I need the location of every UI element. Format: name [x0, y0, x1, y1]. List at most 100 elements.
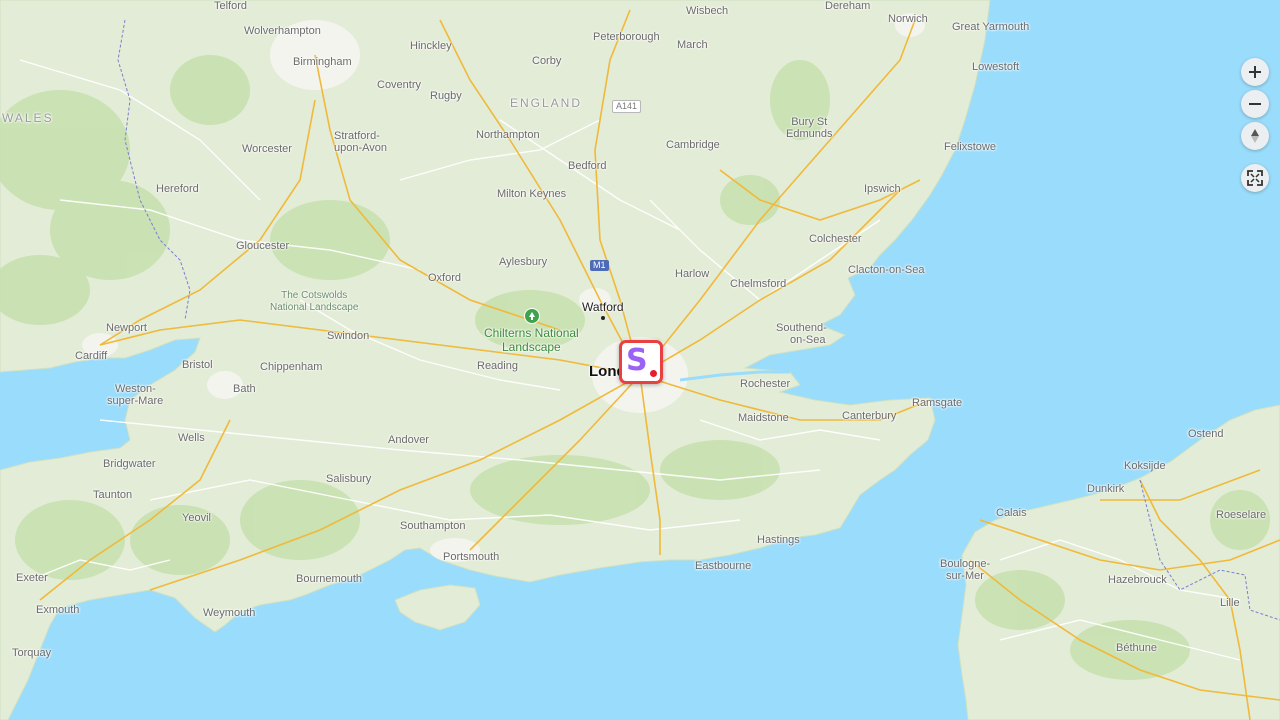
label-cotswolds: The Cotswolds National Landscape — [270, 290, 358, 314]
label-dereham: Dereham — [825, 0, 871, 12]
label-maidstone: Maidstone — [738, 412, 789, 424]
label-harlow: Harlow — [675, 268, 710, 280]
label-cambridge: Cambridge — [666, 139, 720, 151]
label-bethune: Béthune — [1116, 642, 1157, 654]
label-bridgwater: Bridgwater — [103, 458, 156, 470]
label-stratford-line2: upon-Avon — [334, 142, 388, 154]
label-boulogne-line1: Boulogne- — [940, 558, 991, 570]
label-milton-keynes: Milton Keynes — [497, 188, 567, 200]
label-weston: Weston- super-Mare — [107, 383, 163, 407]
label-roeselare: Roeselare — [1216, 509, 1267, 521]
watford-dot — [601, 316, 605, 320]
label-ostend: Ostend — [1188, 428, 1224, 440]
label-stratford-line1: Stratford- — [334, 130, 380, 142]
label-exmouth: Exmouth — [36, 604, 80, 616]
label-chelmsford: Chelmsford — [730, 278, 787, 290]
label-eastbourne: Eastbourne — [695, 560, 752, 572]
label-gloucester: Gloucester — [236, 240, 290, 252]
label-portsmouth: Portsmouth — [443, 551, 500, 563]
label-norwich: Norwich — [888, 13, 928, 25]
label-oxford: Oxford — [428, 272, 462, 284]
fullscreen-button[interactable] — [1241, 164, 1269, 192]
label-northampton: Northampton — [476, 129, 540, 141]
label-wells: Wells — [178, 432, 205, 444]
label-rochester: Rochester — [740, 378, 791, 390]
marker-red-dot — [650, 370, 657, 377]
label-telford: Telford — [214, 0, 248, 12]
minus-icon — [1249, 103, 1261, 105]
label-bury-line2: Edmunds — [786, 128, 833, 140]
label-hazebrouck: Hazebrouck — [1108, 574, 1167, 586]
label-corby: Corby — [532, 55, 562, 67]
label-colchester: Colchester — [809, 233, 862, 245]
label-boulogne-line2: sur-Mer — [946, 570, 984, 582]
label-cardiff: Cardiff — [75, 350, 108, 362]
compass-icon — [1251, 129, 1259, 143]
label-canterbury: Canterbury — [842, 410, 897, 422]
label-wisbech: Wisbech — [686, 5, 729, 17]
label-andover: Andover — [388, 434, 429, 446]
label-southampton: Southampton — [400, 520, 466, 532]
label-torquay: Torquay — [12, 647, 52, 659]
label-weston-line1: Weston- — [115, 383, 156, 395]
label-chippenham: Chippenham — [260, 361, 323, 373]
label-newport: Newport — [106, 322, 147, 334]
label-yeovil: Yeovil — [182, 512, 211, 524]
label-bournemouth: Bournemouth — [296, 573, 363, 585]
label-bristol: Bristol — [182, 359, 213, 371]
label-peterborough: Peterborough — [593, 31, 660, 43]
label-cotswolds-line1: The Cotswolds — [281, 290, 348, 301]
label-exeter: Exeter — [16, 572, 48, 584]
label-bury-line1: Bury St — [791, 116, 828, 128]
fullscreen-icon — [1247, 170, 1263, 186]
label-lille: Lille — [1220, 597, 1240, 609]
label-wolverhampton: Wolverhampton — [244, 25, 321, 37]
label-cotswolds-line2: National Landscape — [270, 302, 359, 313]
tree-icon[interactable] — [524, 308, 540, 324]
label-watford: Watford — [582, 300, 624, 314]
road-shield-a141: A141 — [612, 100, 642, 113]
label-clacton: Clacton-on-Sea — [848, 264, 925, 276]
label-birmingham: Birmingham — [293, 56, 352, 68]
label-lowestoft: Lowestoft — [972, 61, 1020, 73]
road-shield-m1: M1 — [590, 260, 609, 271]
label-england: ENGLAND — [510, 96, 583, 110]
label-ipswich: Ipswich — [864, 183, 901, 195]
label-weymouth: Weymouth — [203, 607, 256, 619]
label-southend-line1: Southend- — [776, 322, 827, 334]
zoom-in-button[interactable] — [1241, 58, 1269, 86]
label-chilterns-line1: Chilterns National — [484, 326, 579, 340]
label-coventry: Coventry — [377, 79, 422, 91]
label-great-yarmouth: Great Yarmouth — [952, 21, 1030, 33]
label-wales: WALES — [2, 111, 54, 125]
label-hinckley: Hinckley — [410, 40, 452, 52]
zoom-out-button[interactable] — [1241, 90, 1269, 118]
label-hereford: Hereford — [156, 183, 199, 195]
label-stratford: Stratford- upon-Avon — [334, 130, 387, 154]
label-southend: Southend- on-Sea — [776, 322, 827, 346]
label-bury: Bury St Edmunds — [786, 116, 832, 140]
label-salisbury: Salisbury — [326, 473, 372, 485]
label-worcester: Worcester — [242, 143, 292, 155]
label-calais: Calais — [996, 507, 1027, 519]
label-ramsgate: Ramsgate — [912, 397, 963, 409]
label-bath: Bath — [233, 383, 256, 395]
label-march: March — [677, 39, 708, 51]
plus-icon — [1249, 66, 1261, 78]
label-chilterns-line2: Landscape — [502, 340, 561, 354]
label-felixstowe: Felixstowe — [944, 141, 996, 153]
label-reading: Reading — [477, 360, 518, 372]
label-southend-line2: on-Sea — [790, 334, 826, 346]
label-bedford: Bedford — [568, 160, 607, 172]
label-chilterns: Chilterns National Landscape — [484, 326, 579, 354]
label-hastings: Hastings — [757, 534, 800, 546]
compass-button[interactable] — [1241, 122, 1269, 150]
label-koksijde: Koksijde — [1124, 460, 1166, 472]
marker-letter: S — [626, 343, 648, 378]
label-weston-line2: super-Mare — [107, 395, 164, 407]
location-marker[interactable]: S — [619, 340, 663, 384]
label-swindon: Swindon — [327, 330, 370, 342]
label-taunton: Taunton — [93, 489, 133, 501]
label-aylesbury: Aylesbury — [499, 256, 548, 268]
map-canvas[interactable]: ENGLAND WALES Lond Watford Chilterns Nat… — [0, 0, 1280, 720]
